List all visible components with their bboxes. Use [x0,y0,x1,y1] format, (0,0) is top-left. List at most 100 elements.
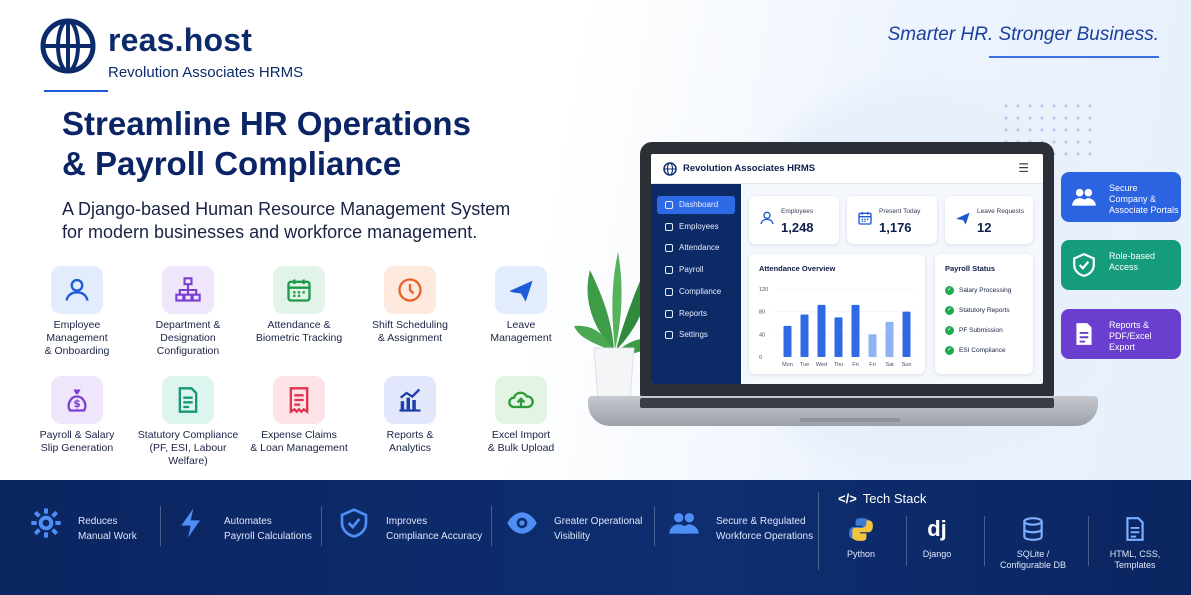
tech-label: HTML, CSS, Templates [1090,549,1180,571]
attendance-chart: 120 80 40 0 Mon Tue Wed Thu Fri Fri Sat Sun [759,287,915,368]
benefit-divider [491,506,492,546]
headline-line-1: Streamline HR Operations [62,105,471,142]
x-tick-label: Tue [800,362,809,368]
feature-label-line: Payroll & Salary [39,429,115,441]
file-icon [1071,321,1101,347]
user-icon [51,266,103,314]
feature-card: Statutory Compliance (PF, ESI, Labour Wel… [133,376,243,468]
feature-label-line: Slip Generation [40,442,114,454]
feature-label-line: Analytics [388,442,431,454]
sidebar-item-label: Reports [679,308,708,318]
sidebar-item-compliance[interactable]: Compliance [657,283,735,301]
sidebar-item-icon [665,309,673,318]
x-tick-label: Wed [816,362,827,368]
plane-icon [495,266,547,314]
feature-label: Payroll & Salary Slip Generation [22,429,132,455]
feature-label: Excel Import & Bulk Upload [466,429,576,455]
hero-headline: Streamline HR Operations & Payroll Compl… [62,104,582,184]
sidebar-item-icon [665,287,673,296]
bar-chart-icon [384,376,436,424]
tech-label-line: Templates [1114,560,1156,570]
database-icon [988,514,1078,544]
brand-subtitle: Revolution Associates HRMS [108,64,304,81]
feature-label-line: & Bulk Upload [487,442,555,454]
sidebar-item-icon [665,244,673,253]
tech-item-htmlcss: HTML, CSS, Templates [1090,514,1180,571]
tagline: Smarter HR. Stronger Business. [887,24,1159,45]
globe-icon [663,162,677,176]
check-icon: ✓ [945,286,954,295]
sidebar-item-label: Attendance [679,243,720,253]
stat-card: Employees 1,248 [749,196,839,244]
calendar-icon [273,266,325,314]
menu-icon[interactable]: ☰ [1018,161,1029,175]
sidebar-item-label: Payroll [679,265,704,275]
payroll-panel: Payroll Status ✓ Salary Processing ✓ Statut… [935,254,1033,374]
x-tick-label: Thu [834,362,843,368]
tech-stack-title: </> Tech Stack [838,491,927,506]
tech-label-line: SQLite / [1016,549,1050,559]
payroll-status-item: ✓ Statutory Reports [945,306,1010,315]
feature-card: Department & Designation Configuration [133,266,243,358]
feature-label-line: Expense Claims [261,429,337,441]
dashboard-sidebar: Dashboard Employees Attendance Payroll Compl… [651,184,741,384]
payroll-status-label: Salary Processing [959,287,1012,294]
brand-name: reas.host [108,22,253,58]
payroll-title: Payroll Status [945,264,996,273]
payroll-status-label: Statutory Reports [959,307,1010,314]
org-chart-icon [162,266,214,314]
sidebar-item-dashboard[interactable]: Dashboard [657,196,735,214]
side-card-label-line: Secure [1109,183,1138,193]
side-feature-card: Role-based Access [1061,240,1181,290]
feature-label-line: (PF, ESI, Labour Welfare) [149,442,227,467]
sidebar-item-payroll[interactable]: Payroll [657,261,735,279]
feature-card: Excel Import & Bulk Upload [466,376,576,455]
feature-card: Employee Management & Onboarding [22,266,132,358]
feature-label-line: Statutory Compliance [137,429,239,441]
dashboard-title: Revolution Associates HRMS [683,163,816,174]
feature-card: Attendance & Biometric Tracking [244,266,354,345]
money-bag-icon: $ [51,376,103,424]
tech-divider [906,516,907,566]
attendance-bar [902,311,911,357]
user-icon [759,210,775,229]
check-icon: ✓ [945,306,954,315]
feature-label-line: & Assignment [377,332,443,344]
cloud-upload-icon [495,376,547,424]
sidebar-item-attendance[interactable]: Attendance [657,239,735,257]
eye-icon [506,507,540,541]
feature-label-line: Leave [506,319,536,331]
feature-label-line: Shift Scheduling [372,319,448,331]
sidebar-item-reports[interactable]: Reports [657,305,735,323]
feature-label-line: & Onboarding [44,345,110,357]
brand-divider [44,90,108,92]
x-tick-label: Sun [902,362,912,368]
attendance-bar [868,334,877,357]
side-feature-card: Reports & PDF/Excel Export [1061,309,1181,359]
sidebar-item-label: Employees [679,221,719,231]
sidebar-item-employees[interactable]: Employees [657,218,735,236]
sidebar-item-label: Dashboard [679,200,719,209]
benefit-label-line: Compliance Accuracy [386,531,483,542]
subhead-line-1: A Django-based Human Resource Management… [62,199,511,219]
x-tick-label: Fri [869,362,875,368]
tech-divider [984,516,985,566]
feature-card: Reports & Analytics [355,376,465,455]
y-tick-label: 0 [759,355,762,361]
attendance-panel: Attendance Overview 120 80 40 0 Mon Tue Wed Thu… [749,254,925,374]
sidebar-item-settings[interactable]: Settings [657,326,735,344]
stat-value: 12 [977,220,992,235]
side-card-label: Secure Company & Associate Portals [1109,183,1179,216]
plane-icon [955,210,971,229]
feature-card: Shift Scheduling & Assignment [355,266,465,345]
tech-item-sqlite: SQLite / Configurable DB [988,514,1078,571]
django-glyph: dj [927,516,947,541]
feature-label: Attendance & Biometric Tracking [244,319,354,345]
side-card-label-line: Access [1109,262,1139,272]
shield-check-icon [338,507,372,541]
feature-label: Employee Management & Onboarding [22,319,132,358]
side-card-label-line: Reports & [1109,320,1150,330]
tech-divider [1088,516,1089,566]
x-tick-label: Fri [852,362,858,368]
tech-label-line: Configurable DB [999,560,1067,570]
